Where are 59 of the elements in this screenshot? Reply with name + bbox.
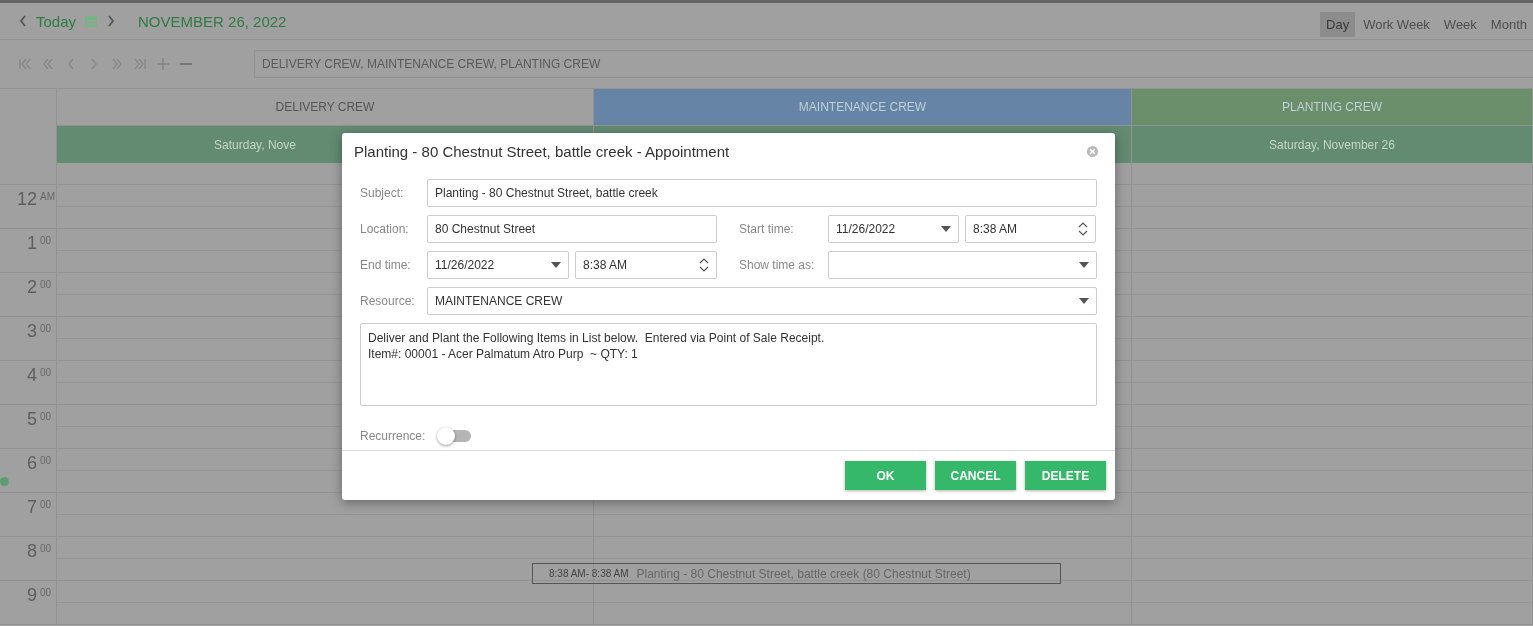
- dropdown-icon[interactable]: [1079, 262, 1089, 269]
- resource-select[interactable]: MAINTENANCE CREW: [427, 287, 1097, 316]
- dropdown-icon[interactable]: [1079, 298, 1089, 305]
- field-label: Subject:: [360, 186, 405, 201]
- hour-label: 2: [27, 277, 37, 298]
- spinner-icon[interactable]: [699, 257, 709, 274]
- hour-label: 6: [27, 453, 37, 474]
- description-field[interactable]: Deliver and Plant the Following Items in List below. Entered via Point of Sale Receipt. Item#: 00001 - Acer Palmatum Atro Purp ~ QTY: 1: [360, 323, 1097, 407]
- field-label: Location:: [360, 222, 410, 237]
- resource-header: MAINTENANCE CREW: [594, 89, 1132, 126]
- hour-label: 8: [27, 541, 37, 562]
- end-date-field[interactable]: 11/26/2022: [427, 251, 569, 280]
- current-date: NOVEMBER 26, 2022: [138, 12, 287, 30]
- spinner-icon[interactable]: [1078, 221, 1088, 238]
- dialog-button[interactable]: CANCEL: [935, 461, 1016, 491]
- resource-header: DELIVERY CREW: [57, 89, 594, 126]
- resource-header: PLANTING CREW: [1132, 89, 1533, 126]
- hour-label: 12: [16, 189, 37, 210]
- hour-label: 9: [27, 585, 37, 606]
- last-page-icon[interactable]: [133, 57, 147, 71]
- field-label: Recurrence:: [360, 429, 427, 444]
- end-time-field[interactable]: 8:38 AM: [575, 251, 717, 280]
- day-header: Saturday, Nove: [214, 137, 296, 152]
- day-header: Saturday, November 26: [1269, 137, 1395, 152]
- plus-icon[interactable]: [156, 57, 170, 71]
- field-label: Resource:: [360, 294, 416, 309]
- dialog-button[interactable]: DELETE: [1025, 461, 1106, 491]
- start-time-field[interactable]: 8:38 AM: [965, 215, 1096, 244]
- event-time: 8:38 AM- 8:38 AM: [549, 568, 629, 579]
- subject-field[interactable]: Planting - 80 Chestnut Street, battle creek: [427, 179, 1097, 208]
- hour-label: 5: [27, 409, 37, 430]
- hour-label: 4: [27, 365, 37, 386]
- today-link[interactable]: Today: [36, 12, 77, 30]
- event-title: Planting - 80 Chestnut Street, battle creek (80 Chestnut Street): [636, 566, 971, 581]
- double-left-icon[interactable]: [41, 57, 55, 71]
- resource-filter-field[interactable]: DELIVERY CREW, MAINTENANCE CREW, PLANTING CREW: [254, 50, 1533, 78]
- dropdown-icon[interactable]: [551, 262, 561, 269]
- dropdown-icon[interactable]: [941, 226, 951, 233]
- hour-label: 7: [27, 497, 37, 518]
- next-icon[interactable]: [106, 14, 117, 28]
- view-tab[interactable]: Day: [1320, 12, 1356, 37]
- dialog-button[interactable]: OK: [845, 461, 926, 491]
- dialog-title: Planting - 80 Chestnut Street, battle creek - Appointment: [354, 142, 730, 160]
- appointment-event[interactable]: 8:38 AM- 8:38 AM Planting - 80 Chestnut Street, battle creek (80 Chestnut Street): [532, 563, 1061, 584]
- hour-suffix: AM: [40, 191, 54, 202]
- field-label: End time:: [360, 258, 412, 273]
- previous-icon[interactable]: [18, 14, 28, 28]
- hour-label: 1: [27, 233, 37, 254]
- current-time-dot: [0, 477, 9, 486]
- field-label: Show time as:: [739, 258, 816, 273]
- hour-label: 3: [27, 321, 37, 342]
- field-label: Start time:: [739, 222, 795, 237]
- calendar-icon[interactable]: [84, 14, 99, 28]
- start-date-field[interactable]: 11/26/2022: [828, 215, 959, 244]
- first-page-icon[interactable]: [18, 57, 32, 71]
- close-icon[interactable]: [1086, 144, 1099, 158]
- location-field[interactable]: 80 Chestnut Street: [427, 215, 717, 244]
- recurrence-toggle[interactable]: [439, 430, 471, 443]
- double-right-icon[interactable]: [110, 57, 124, 71]
